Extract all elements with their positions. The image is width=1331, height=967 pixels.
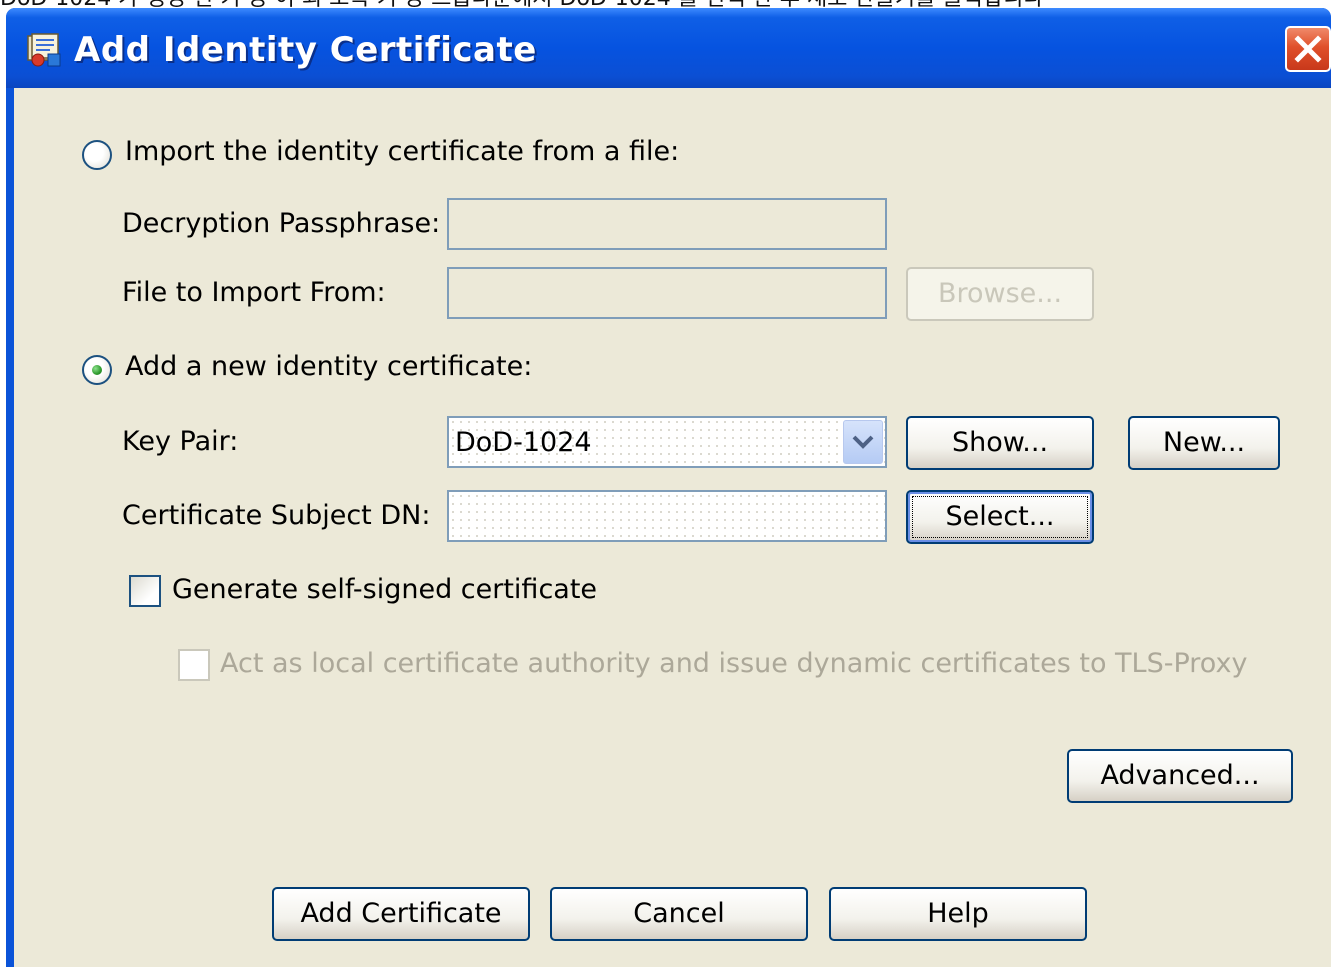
file-to-import-input[interactable]	[447, 267, 887, 319]
select-button[interactable]: Select...	[906, 490, 1094, 544]
key-pair-dropdown[interactable]: DoD-1024	[447, 416, 887, 468]
decryption-passphrase-input[interactable]	[447, 198, 887, 250]
title-bar[interactable]: Add Identity Certificate	[6, 8, 1331, 88]
new-key-pair-button[interactable]: New...	[1128, 416, 1280, 470]
chevron-down-icon[interactable]	[843, 420, 883, 464]
radio-selected-dot	[92, 365, 102, 375]
self-signed-label: Generate self-signed certificate	[172, 574, 598, 605]
add-identity-certificate-dialog: Add Identity Certificate Import the iden…	[6, 8, 1331, 967]
import-from-file-label: Import the identity certificate from a f…	[125, 136, 680, 167]
close-icon	[1294, 35, 1322, 63]
key-pair-value: DoD-1024	[455, 427, 592, 458]
local-ca-label: Act as local certificate authority and i…	[220, 648, 1248, 679]
window-title: Add Identity Certificate	[74, 30, 537, 70]
local-ca-checkbox[interactable]	[178, 649, 210, 681]
add-new-certificate-label: Add a new identity certificate:	[125, 351, 533, 382]
advanced-button[interactable]: Advanced...	[1067, 749, 1293, 803]
self-signed-checkbox[interactable]	[129, 575, 161, 607]
help-button[interactable]: Help	[829, 887, 1087, 941]
add-certificate-button[interactable]: Add Certificate	[272, 887, 530, 941]
cancel-button[interactable]: Cancel	[550, 887, 808, 941]
subject-dn-label: Certificate Subject DN:	[122, 500, 431, 531]
subject-dn-input[interactable]	[447, 490, 887, 542]
key-pair-label: Key Pair:	[122, 426, 239, 457]
page-caption: DoD-1024 가 생성 된 키 쌍 이 되 도록 키 쌍 드롭다운에서 Do…	[0, 0, 1331, 8]
import-from-file-radio[interactable]	[82, 140, 112, 170]
dialog-body: Import the identity certificate from a f…	[14, 88, 1331, 967]
file-to-import-label: File to Import From:	[122, 277, 386, 308]
show-button[interactable]: Show...	[906, 416, 1094, 470]
add-new-certificate-radio[interactable]	[82, 355, 112, 385]
certificate-app-icon	[24, 30, 64, 70]
close-button[interactable]	[1285, 26, 1331, 72]
browse-button[interactable]: Browse...	[906, 267, 1094, 321]
decryption-passphrase-label: Decryption Passphrase:	[122, 208, 441, 239]
